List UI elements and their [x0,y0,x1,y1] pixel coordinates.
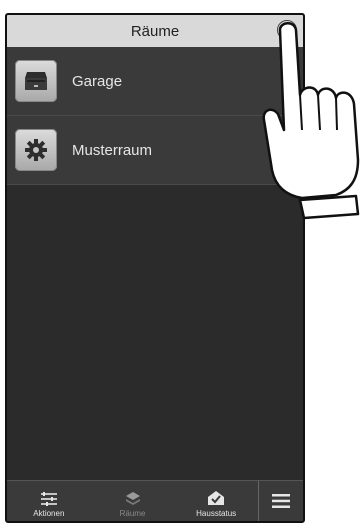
house-check-icon [208,491,225,505]
tab-aktionen[interactable]: Aktionen [7,481,91,521]
hamburger-menu-icon [272,494,291,508]
room-icon [125,492,140,505]
room-label: Musterraum [72,141,153,159]
room-label: Garage [72,72,123,90]
gear-icon [15,129,57,171]
page-title: Räume [130,22,180,40]
sliders-icon [40,492,57,506]
bottom-tab-bar: Aktionen Räume Hausstatus [7,480,303,521]
tab-label: Räume [119,509,146,518]
tab-raeume[interactable]: Räume [91,481,175,521]
tab-label: Aktionen [33,509,65,518]
tab-label: Hausstatus [196,509,237,518]
pointing-hand-icon [262,22,360,220]
stage: Räume Garage Musterraum Aktionen Räume H… [0,0,363,525]
tab-hausstatus[interactable]: Hausstatus [174,481,258,521]
menu-button[interactable] [258,481,303,521]
garage-icon [15,60,57,102]
